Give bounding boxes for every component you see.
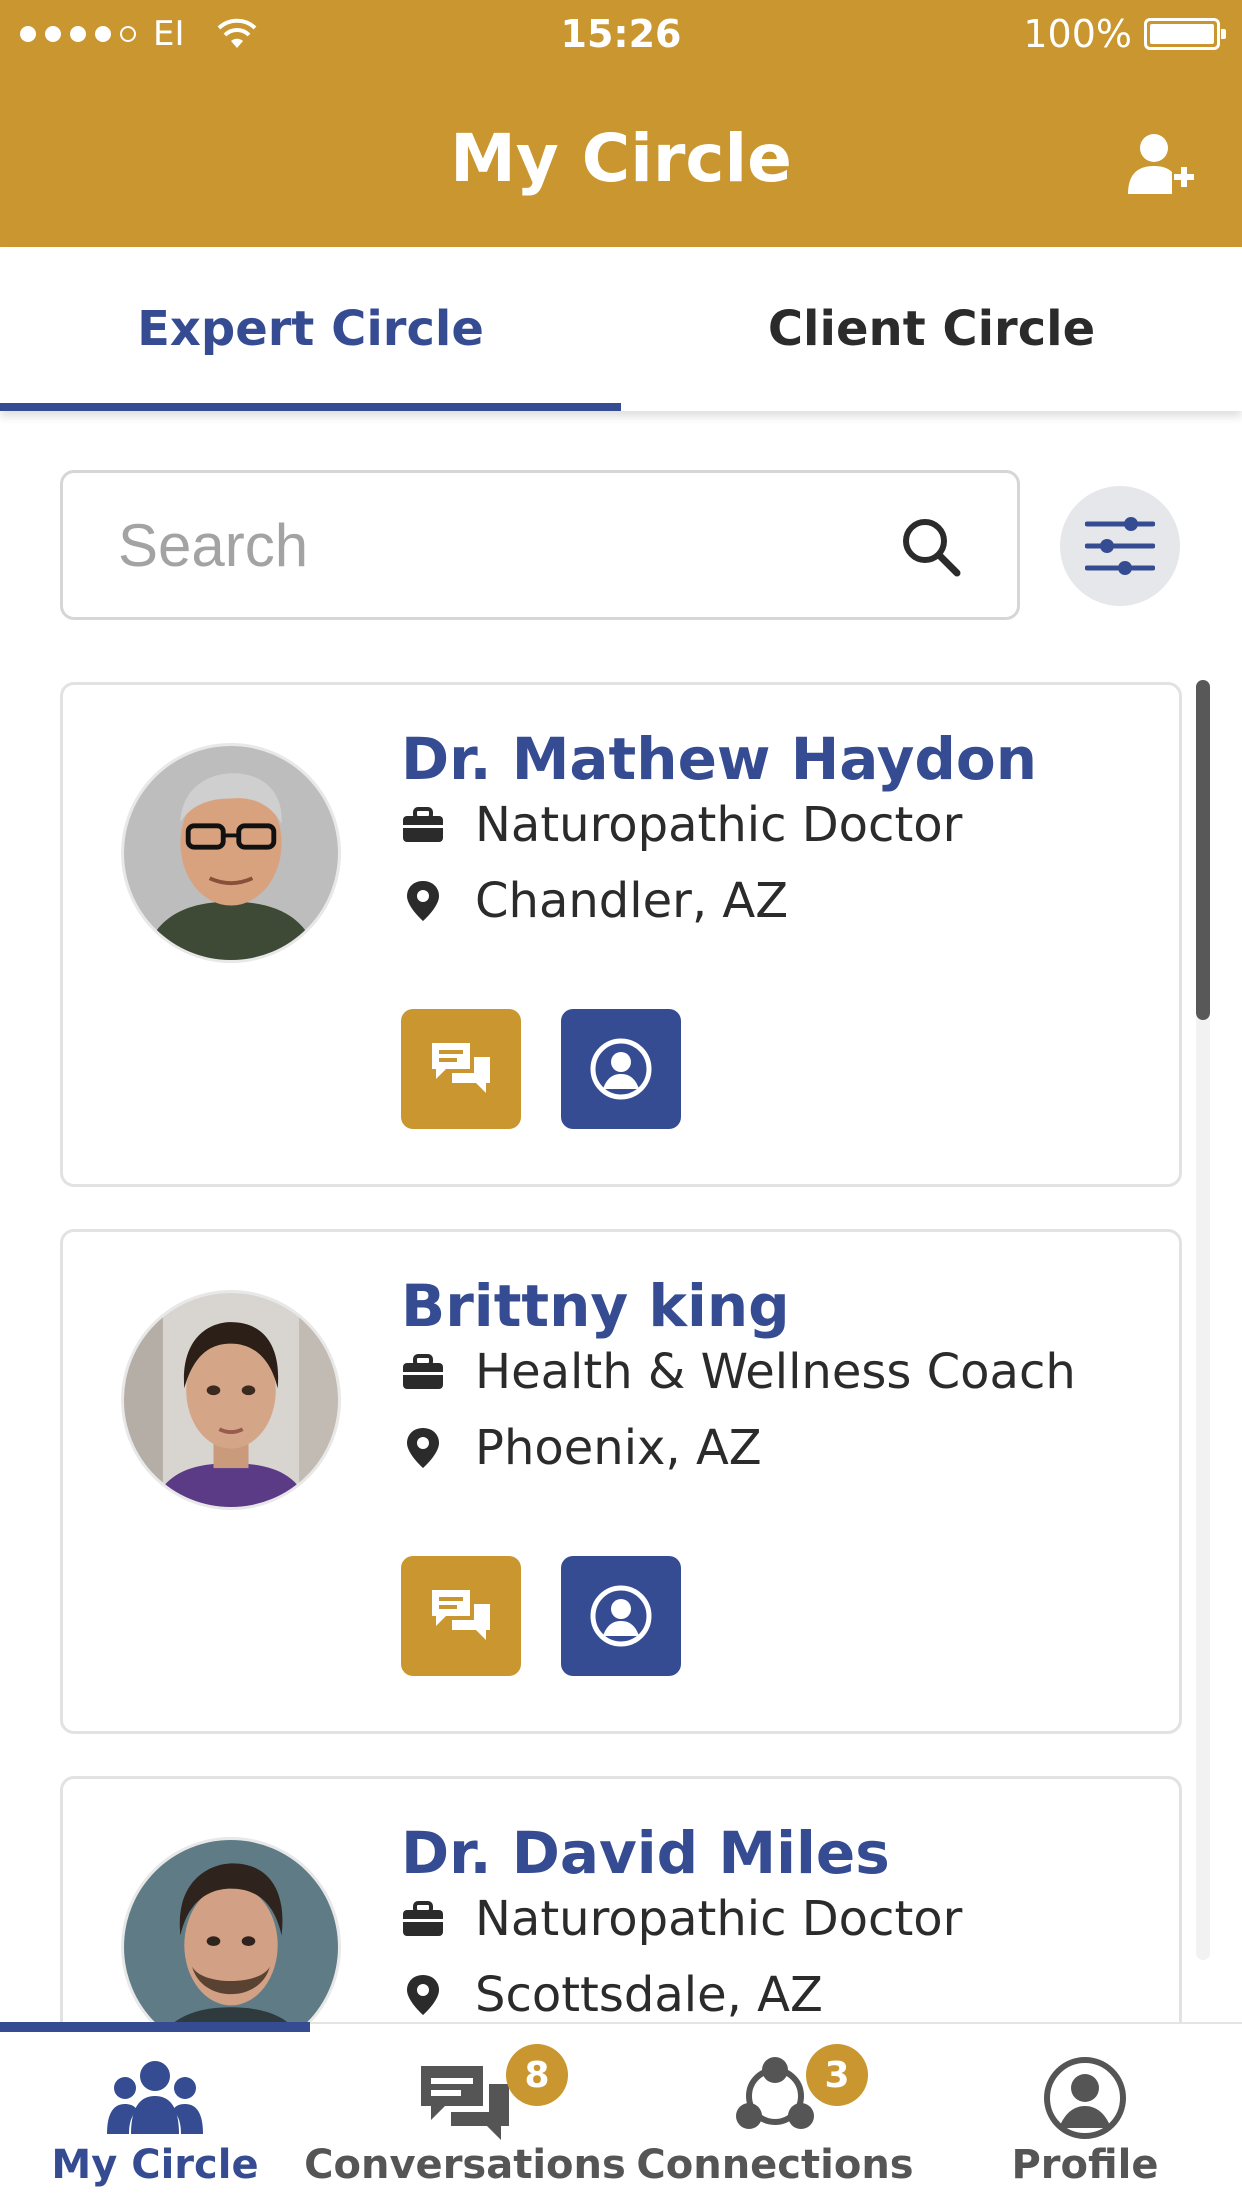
filter-button[interactable] [1060, 486, 1180, 606]
user-circle-icon [1044, 2057, 1126, 2139]
avatar[interactable] [121, 743, 341, 963]
view-profile-button[interactable] [561, 1556, 681, 1676]
expert-name[interactable]: Dr. David Miles [401, 1819, 890, 1887]
app-header: EI 15:26 100% My Circle [0, 0, 1242, 247]
profession-row: Naturopathic Doctor [401, 1891, 962, 1947]
location-pin-icon [407, 881, 439, 921]
message-button[interactable] [401, 1009, 521, 1129]
chat-icon [421, 2066, 509, 2140]
location-row: Phoenix, AZ [401, 1420, 762, 1476]
expert-location: Chandler, AZ [475, 873, 789, 929]
conversations-badge: 8 [506, 2044, 568, 2106]
expert-profession: Naturopathic Doctor [475, 797, 963, 853]
location-row: Scottsdale, AZ [401, 1967, 823, 2023]
nav-label: Conversations [304, 2142, 626, 2188]
search-input[interactable] [118, 473, 898, 617]
user-circle-icon [590, 1585, 652, 1647]
expert-card[interactable]: Dr. Mathew Haydon Naturopathic Doctor Ch… [60, 682, 1182, 1187]
search-box [60, 470, 1020, 620]
location-pin-icon [407, 1975, 439, 2015]
nav-my-circle[interactable]: My Circle [0, 2024, 310, 2208]
battery-percent: 100% [1023, 12, 1132, 56]
expert-location: Phoenix, AZ [475, 1420, 762, 1476]
search-icon[interactable] [899, 515, 963, 579]
briefcase-icon [403, 807, 443, 842]
tab-expert-circle[interactable]: Expert Circle [0, 247, 621, 411]
message-button[interactable] [401, 1556, 521, 1676]
expert-name[interactable]: Dr. Mathew Haydon [401, 725, 1037, 793]
profession-row: Health & Wellness Coach [401, 1344, 1076, 1400]
user-circle-icon [590, 1038, 652, 1100]
expert-profession: Naturopathic Doctor [475, 1891, 963, 1947]
expert-name[interactable]: Brittny king [401, 1272, 790, 1340]
tab-client-circle[interactable]: Client Circle [621, 247, 1242, 411]
expert-location: Scottsdale, AZ [475, 1967, 823, 2023]
briefcase-icon [403, 1901, 443, 1936]
page-title: My Circle [450, 120, 792, 197]
nav-label: Profile [1011, 2142, 1159, 2188]
chat-icon [432, 1043, 490, 1093]
active-tab-indicator [0, 403, 621, 411]
battery-status: 100% [1023, 12, 1226, 56]
scrollbar-thumb[interactable] [1196, 680, 1210, 1020]
view-profile-button[interactable] [561, 1009, 681, 1129]
group-icon [107, 2061, 203, 2134]
location-row: Chandler, AZ [401, 873, 788, 929]
avatar[interactable] [121, 1290, 341, 1510]
nav-connections[interactable]: 3 Connections [620, 2024, 930, 2208]
bottom-nav: My Circle 8 Conversations 3 Connections … [0, 2022, 1242, 2208]
battery-icon [1144, 18, 1226, 50]
nav-label: Connections [636, 2142, 914, 2188]
nav-label: My Circle [51, 2142, 259, 2188]
expert-profession: Health & Wellness Coach [475, 1344, 1076, 1400]
nav-profile[interactable]: Profile [930, 2024, 1240, 2208]
location-pin-icon [407, 1428, 439, 1468]
nav-conversations[interactable]: 8 Conversations [304, 2024, 626, 2208]
expert-card[interactable]: Brittny king Health & Wellness Coach Pho… [60, 1229, 1182, 1734]
status-bar: EI 15:26 100% [0, 0, 1242, 70]
chat-icon [432, 1590, 490, 1640]
connections-badge: 3 [806, 2044, 868, 2106]
profession-row: Naturopathic Doctor [401, 797, 962, 853]
briefcase-icon [403, 1354, 443, 1389]
circle-tabs: Expert Circle Client Circle [0, 247, 1242, 411]
filter-sliders-icon [1085, 517, 1155, 575]
add-user-icon[interactable] [1124, 128, 1196, 200]
